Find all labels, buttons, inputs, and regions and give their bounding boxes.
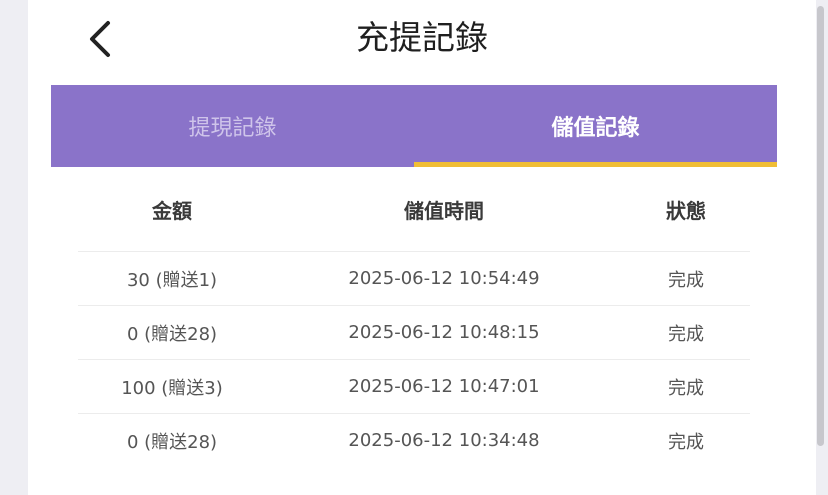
amount-cell: 30 (贈送1): [126, 269, 218, 291]
amount-cell: 0 (贈送28): [126, 323, 218, 345]
tab-label: 提現記錄: [188, 116, 277, 141]
table-row: 0 (贈送28) 2025-06-12 10:48:15 完成: [78, 306, 750, 360]
time-cell: 2025-06-12 10:34:48: [348, 430, 540, 451]
record-tabs: 提現記錄 儲值記錄: [51, 85, 777, 167]
header: 充提記錄: [28, 0, 816, 84]
amount-cell: 100 (贈送3): [121, 377, 223, 399]
column-header-time: 儲值時間: [404, 198, 484, 223]
tab-label: 儲值記錄: [551, 116, 640, 141]
amount-cell: 0 (贈送28): [126, 431, 218, 453]
status-cell: 完成: [668, 431, 704, 453]
recharge-records-page: 充提記錄 提現記錄 儲值記錄 金額 儲值時間 狀態 30 (贈送1) 2025-…: [28, 0, 816, 495]
status-cell: 完成: [668, 269, 704, 291]
records-table: 金額 儲值時間 狀態 30 (贈送1) 2025-06-12 10:54:49 …: [78, 167, 750, 467]
status-cell: 完成: [668, 377, 704, 399]
column-header-amount: 金額: [152, 198, 192, 223]
column-header-status: 狀態: [666, 198, 706, 223]
table-header-row: 金額 儲值時間 狀態: [78, 167, 750, 252]
tab-deposit-records[interactable]: 儲值記錄: [414, 85, 777, 167]
status-cell: 完成: [668, 323, 704, 345]
table-row: 0 (贈送28) 2025-06-12 10:34:48 完成: [78, 414, 750, 467]
tab-withdraw-records[interactable]: 提現記錄: [51, 85, 414, 167]
table-row: 30 (贈送1) 2025-06-12 10:54:49 完成: [78, 252, 750, 306]
time-cell: 2025-06-12 10:54:49: [348, 268, 540, 289]
time-cell: 2025-06-12 10:48:15: [348, 322, 540, 343]
page-title: 充提記錄: [356, 18, 488, 57]
table-row: 100 (贈送3) 2025-06-12 10:47:01 完成: [78, 360, 750, 414]
scrollbar-thumb[interactable]: [817, 6, 824, 446]
time-cell: 2025-06-12 10:47:01: [348, 376, 540, 397]
